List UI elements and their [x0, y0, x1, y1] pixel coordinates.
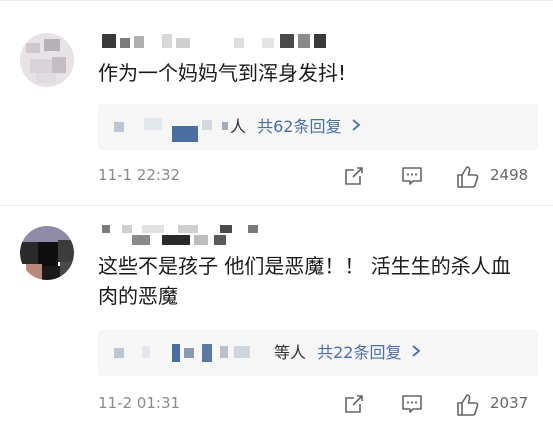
comment-text: 这些不是孩子 他们是恶魔！！ 活生生的杀人血肉的恶魔: [98, 254, 511, 308]
replies-summary[interactable]: 等人 共22条回复: [98, 330, 538, 376]
chevron-right-icon: [411, 342, 421, 364]
thumbs-up-icon[interactable]: [455, 392, 481, 418]
comment-icon[interactable]: [400, 392, 424, 416]
username-obscured[interactable]: [102, 221, 292, 245]
view-replies-link[interactable]: 共22条回复: [317, 343, 401, 362]
comment-item: 这些不是孩子 他们是恶魔！！ 活生生的杀人血肉的恶魔 等人 共22条回复 11-…: [0, 0, 553, 416]
like-count: 2037: [490, 394, 529, 412]
share-icon[interactable]: [342, 392, 366, 416]
avatar[interactable]: [20, 226, 74, 280]
timestamp: 11-2 01:31: [98, 394, 181, 412]
reply-users-suffix: 等人: [274, 343, 307, 362]
comment-footer: 11-2 01:31 2037: [98, 392, 538, 418]
